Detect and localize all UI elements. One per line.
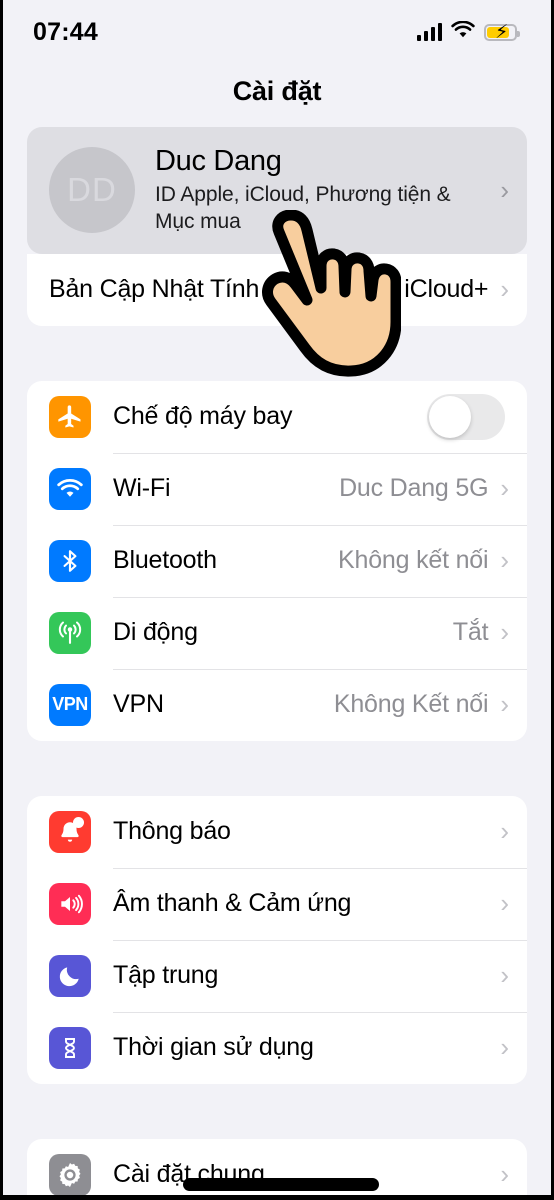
- status-bar-indicators: ⚡: [417, 20, 520, 44]
- page-title: Cài đặt: [232, 76, 322, 106]
- software-update-card[interactable]: Bản Cập Nhật Tính iCloud+ ›: [27, 253, 527, 326]
- airplane-icon: [49, 395, 91, 438]
- cellular-bars-icon: [417, 23, 442, 41]
- status-bar-time: 07:44: [33, 17, 98, 46]
- chevron-right-icon: ›: [500, 544, 509, 575]
- gear-icon: [49, 1153, 91, 1195]
- avatar: DD: [49, 147, 135, 234]
- wifi-icon: [451, 20, 475, 44]
- status-bar: 07:44 ⚡: [3, 0, 551, 64]
- wifi-icon: [49, 467, 91, 510]
- chevron-right-icon: ›: [500, 688, 509, 719]
- row-label: Tập trung: [113, 961, 219, 990]
- settings-screen: 07:44 ⚡ Cài đặt DD Duc Dang ID Apple, iC…: [0, 0, 554, 1200]
- row-label: Thời gian sử dụng: [113, 1033, 314, 1062]
- wifi-value: Duc Dang 5G: [339, 474, 489, 503]
- battery-charging-low-power-icon: ⚡: [484, 23, 520, 42]
- notifications-group: Thông báo › Âm thanh & Cảm ứng › Tập tru…: [27, 795, 527, 1084]
- apple-id-text: Duc Dang ID Apple, iCloud, Phương tiện &…: [155, 145, 490, 236]
- vpn-icon-label: VPN: [52, 694, 88, 715]
- bluetooth-icon: [49, 539, 91, 582]
- chevron-right-icon: ›: [500, 1158, 509, 1189]
- row-cellular[interactable]: Di động Tắt ›: [27, 596, 527, 669]
- airplane-mode-toggle[interactable]: [427, 393, 505, 440]
- row-label: VPN: [113, 690, 164, 719]
- chevron-right-icon: ›: [500, 616, 509, 647]
- home-indicator-bar: [183, 1178, 379, 1191]
- row-label: Di động: [113, 618, 198, 647]
- hourglass-icon: [49, 1026, 91, 1069]
- cellular-icon: [49, 611, 91, 654]
- row-label: Âm thanh & Cảm ứng: [113, 889, 352, 918]
- row-focus[interactable]: Tập trung ›: [27, 939, 527, 1012]
- apple-id-card[interactable]: DD Duc Dang ID Apple, iCloud, Phương tiệ…: [27, 127, 527, 254]
- feature-update-row[interactable]: Bản Cập Nhật Tính iCloud+ ›: [27, 254, 527, 326]
- chevron-right-icon: ›: [500, 174, 509, 205]
- notification-badge: [73, 816, 84, 828]
- chevron-right-icon: ›: [500, 959, 509, 990]
- apple-id-row[interactable]: DD Duc Dang ID Apple, iCloud, Phương tiệ…: [27, 127, 527, 254]
- chevron-right-icon: ›: [500, 273, 509, 304]
- row-sounds-haptics[interactable]: Âm thanh & Cảm ứng ›: [27, 867, 527, 940]
- chevron-right-icon: ›: [500, 815, 509, 846]
- row-label: Thông báo: [113, 817, 231, 846]
- connectivity-group: Chế độ máy bay Wi-Fi Duc Dang 5G › Bluet…: [27, 380, 527, 741]
- account-name: Duc Dang: [155, 145, 282, 177]
- row-label: Bluetooth: [113, 546, 217, 575]
- account-subtitle: ID Apple, iCloud, Phương tiện & Mục mua: [155, 183, 451, 233]
- chevron-right-icon: ›: [500, 472, 509, 503]
- row-bluetooth[interactable]: Bluetooth Không kết nối ›: [27, 524, 527, 597]
- speaker-icon: [49, 882, 91, 925]
- chevron-right-icon: ›: [500, 887, 509, 918]
- moon-icon: [49, 954, 91, 997]
- row-label: Chế độ máy bay: [113, 402, 293, 431]
- bluetooth-value: Không kết nối: [338, 546, 489, 575]
- feature-update-value: iCloud+: [404, 275, 489, 304]
- chevron-right-icon: ›: [500, 1031, 509, 1062]
- row-wifi[interactable]: Wi-Fi Duc Dang 5G ›: [27, 452, 527, 525]
- row-label: Wi-Fi: [113, 474, 171, 503]
- cellular-value: Tắt: [452, 618, 489, 647]
- row-vpn[interactable]: VPN VPN Không Kết nối ›: [27, 668, 527, 741]
- row-notifications[interactable]: Thông báo ›: [27, 796, 527, 868]
- bell-icon: [49, 810, 91, 853]
- vpn-value: Không Kết nối: [333, 690, 489, 719]
- feature-update-label: Bản Cập Nhật Tính: [49, 275, 260, 304]
- row-screen-time[interactable]: Thời gian sử dụng ›: [27, 1011, 527, 1084]
- vpn-icon: VPN: [49, 683, 91, 726]
- row-airplane-mode[interactable]: Chế độ máy bay: [27, 381, 527, 453]
